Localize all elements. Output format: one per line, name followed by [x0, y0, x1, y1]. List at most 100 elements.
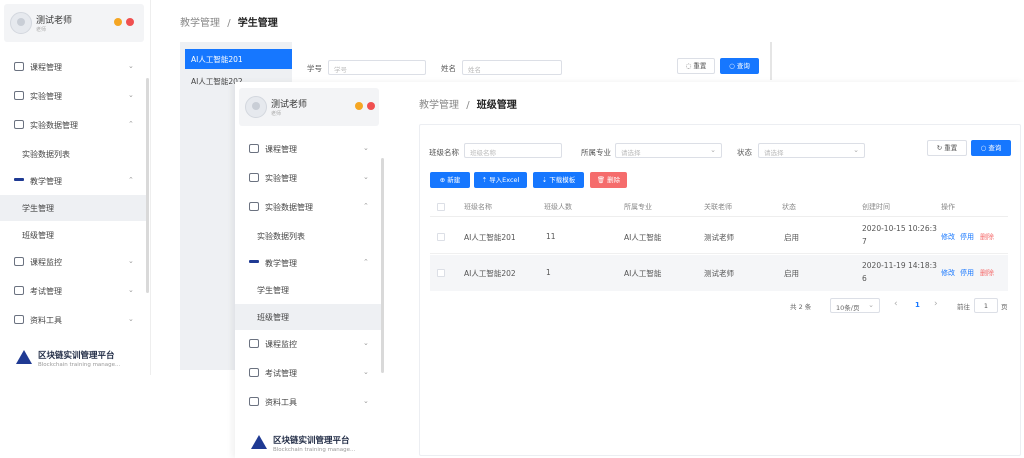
- menu-label: 课程监控: [30, 258, 62, 267]
- class-name-label: 班级名称: [429, 148, 459, 157]
- logout-icon[interactable]: [367, 102, 375, 110]
- major-cell: AI人工智能: [624, 233, 662, 242]
- submenu-item-3[interactable]: 实验数据列表: [0, 141, 146, 167]
- search-button[interactable]: ○ 查询: [971, 140, 1011, 156]
- disable-link[interactable]: 停用: [960, 232, 974, 242]
- goto-page-input[interactable]: 1: [974, 298, 998, 313]
- brand-title: 区块链实训管理平台: [273, 436, 350, 446]
- column-header: 操作: [941, 203, 955, 211]
- status-label: 状态: [737, 148, 752, 157]
- menu-item-0[interactable]: 课程管理 ⌄: [235, 136, 381, 162]
- page-size-select[interactable]: 10条/页 ⌄: [830, 298, 880, 313]
- menu-label: 资料工具: [30, 316, 62, 325]
- user-card[interactable]: 测试老师 老师: [4, 4, 144, 42]
- column-header: 班级人数: [544, 203, 572, 211]
- back-reset-button[interactable]: ◌ 重置: [677, 58, 715, 74]
- menu-label: 实验数据管理: [30, 121, 78, 130]
- created-time-cell-wrap: 7: [862, 237, 867, 246]
- monitor-icon: [249, 173, 259, 182]
- delete-link[interactable]: 删除: [980, 268, 994, 278]
- reset-button[interactable]: ↻ 重置: [927, 140, 967, 156]
- menu-label: 课程管理: [265, 145, 297, 154]
- row-checkbox[interactable]: [437, 269, 445, 277]
- next-page-button[interactable]: ›: [934, 299, 938, 309]
- back-search-button[interactable]: ○ 查询: [720, 58, 759, 74]
- delete-button[interactable]: 🗑 删除: [590, 172, 627, 188]
- class-name-cell: AI人工智能202: [464, 269, 516, 278]
- submenu-item-3[interactable]: 实验数据列表: [235, 223, 381, 249]
- logout-icon[interactable]: [126, 18, 134, 26]
- menu-label: 课程监控: [265, 340, 297, 349]
- menu-item-4[interactable]: 教学管理 ⌃: [0, 168, 146, 194]
- submenu-item-6[interactable]: 班级管理: [235, 304, 381, 330]
- menu-item-0[interactable]: 课程管理 ⌄: [0, 54, 146, 80]
- user-role: 老师: [271, 111, 282, 117]
- brand-subtitle: Blockchain training manage...: [273, 447, 356, 453]
- status-select[interactable]: 请选择 ⌄: [758, 143, 865, 158]
- created-time-cell: 2020-10-15 10:26:3: [862, 224, 937, 233]
- book-icon: [14, 62, 24, 71]
- chevron-up-icon: ⌃: [363, 258, 369, 266]
- toolbox-icon: [14, 315, 24, 324]
- menu-item-1[interactable]: 实验管理 ⌄: [0, 83, 146, 109]
- chevron-down-icon: ⌄: [363, 397, 369, 405]
- table-row[interactable]: AI人工智能201 11 AI人工智能 测试老师 启用 2020-10-15 1…: [430, 218, 1008, 254]
- page-number-current[interactable]: 1: [915, 301, 920, 309]
- chevron-down-icon: ⌄: [363, 144, 369, 152]
- student-no-input[interactable]: 学号: [328, 60, 426, 75]
- breadcrumb-current: 班级管理: [476, 100, 517, 111]
- menu-label: 教学管理: [30, 177, 62, 186]
- goto-label: 前往: [957, 303, 970, 311]
- status-cell: 启用: [784, 269, 799, 278]
- column-header: 班级名称: [464, 203, 492, 211]
- sidebar-scrollbar[interactable]: [146, 78, 149, 293]
- import-excel-button[interactable]: ⇡ 导入Excel: [474, 172, 527, 188]
- select-all-checkbox[interactable]: [437, 203, 445, 211]
- breadcrumb-parent[interactable]: 教学管理: [180, 18, 220, 29]
- delete-link[interactable]: 删除: [980, 232, 994, 242]
- chevron-down-icon: ⌄: [128, 315, 134, 323]
- exam-icon: [14, 286, 24, 295]
- major-select[interactable]: 请选择 ⌄: [615, 143, 722, 158]
- edit-link[interactable]: 修改: [941, 232, 955, 242]
- menu-item-2[interactable]: 实验数据管理 ⌃: [235, 194, 381, 220]
- submenu-item-5[interactable]: 学生管理: [235, 277, 381, 303]
- create-button[interactable]: ⊕ 新建: [430, 172, 470, 188]
- prev-page-button[interactable]: ‹: [894, 299, 898, 309]
- student-name-input[interactable]: 姓名: [462, 60, 562, 75]
- row-checkbox[interactable]: [437, 233, 445, 241]
- menu-item-8[interactable]: 考试管理 ⌄: [0, 278, 146, 304]
- chevron-down-icon: ⌄: [128, 62, 134, 70]
- disable-link[interactable]: 停用: [960, 268, 974, 278]
- toolbox-icon: [249, 397, 259, 406]
- submenu-item-6[interactable]: 班级管理: [0, 222, 146, 248]
- notification-icon[interactable]: [114, 18, 122, 26]
- breadcrumb-separator: /: [227, 18, 231, 29]
- menu-label: 实验管理: [265, 174, 297, 183]
- menu-item-7[interactable]: 课程监控 ⌄: [235, 331, 381, 357]
- menu-item-8[interactable]: 考试管理 ⌄: [235, 360, 381, 386]
- menu-item-7[interactable]: 课程监控 ⌄: [0, 249, 146, 275]
- menu-item-1[interactable]: 实验管理 ⌄: [235, 165, 381, 191]
- menu-label: 考试管理: [30, 287, 62, 296]
- class-list-item-active[interactable]: AI人工智能201: [185, 49, 292, 69]
- table-row[interactable]: AI人工智能202 1 AI人工智能 测试老师 启用 2020-11-19 14…: [430, 255, 1008, 291]
- user-card[interactable]: 测试老师 老师: [239, 88, 379, 126]
- menu-item-2[interactable]: 实验数据管理 ⌃: [0, 112, 146, 138]
- chevron-up-icon: ⌃: [363, 202, 369, 210]
- edit-link[interactable]: 修改: [941, 268, 955, 278]
- menu-item-4[interactable]: 教学管理 ⌃: [235, 250, 381, 276]
- download-template-button[interactable]: ⇣ 下载模板: [533, 172, 584, 188]
- notification-icon[interactable]: [355, 102, 363, 110]
- trash-icon: 🗑: [596, 176, 608, 184]
- student-count-cell: 11: [546, 232, 556, 241]
- menu-item-9[interactable]: 资料工具 ⌄: [235, 389, 381, 415]
- breadcrumb-parent[interactable]: 教学管理: [419, 100, 459, 111]
- class-name-input[interactable]: 班级名称: [464, 143, 562, 158]
- user-name: 测试老师: [271, 100, 308, 110]
- submenu-item-5[interactable]: 学生管理: [0, 195, 146, 221]
- sidebar-scrollbar[interactable]: [381, 158, 384, 373]
- menu-item-9[interactable]: 资料工具 ⌄: [0, 307, 146, 333]
- column-header: 关联老师: [704, 203, 732, 211]
- user-role: 老师: [36, 27, 47, 33]
